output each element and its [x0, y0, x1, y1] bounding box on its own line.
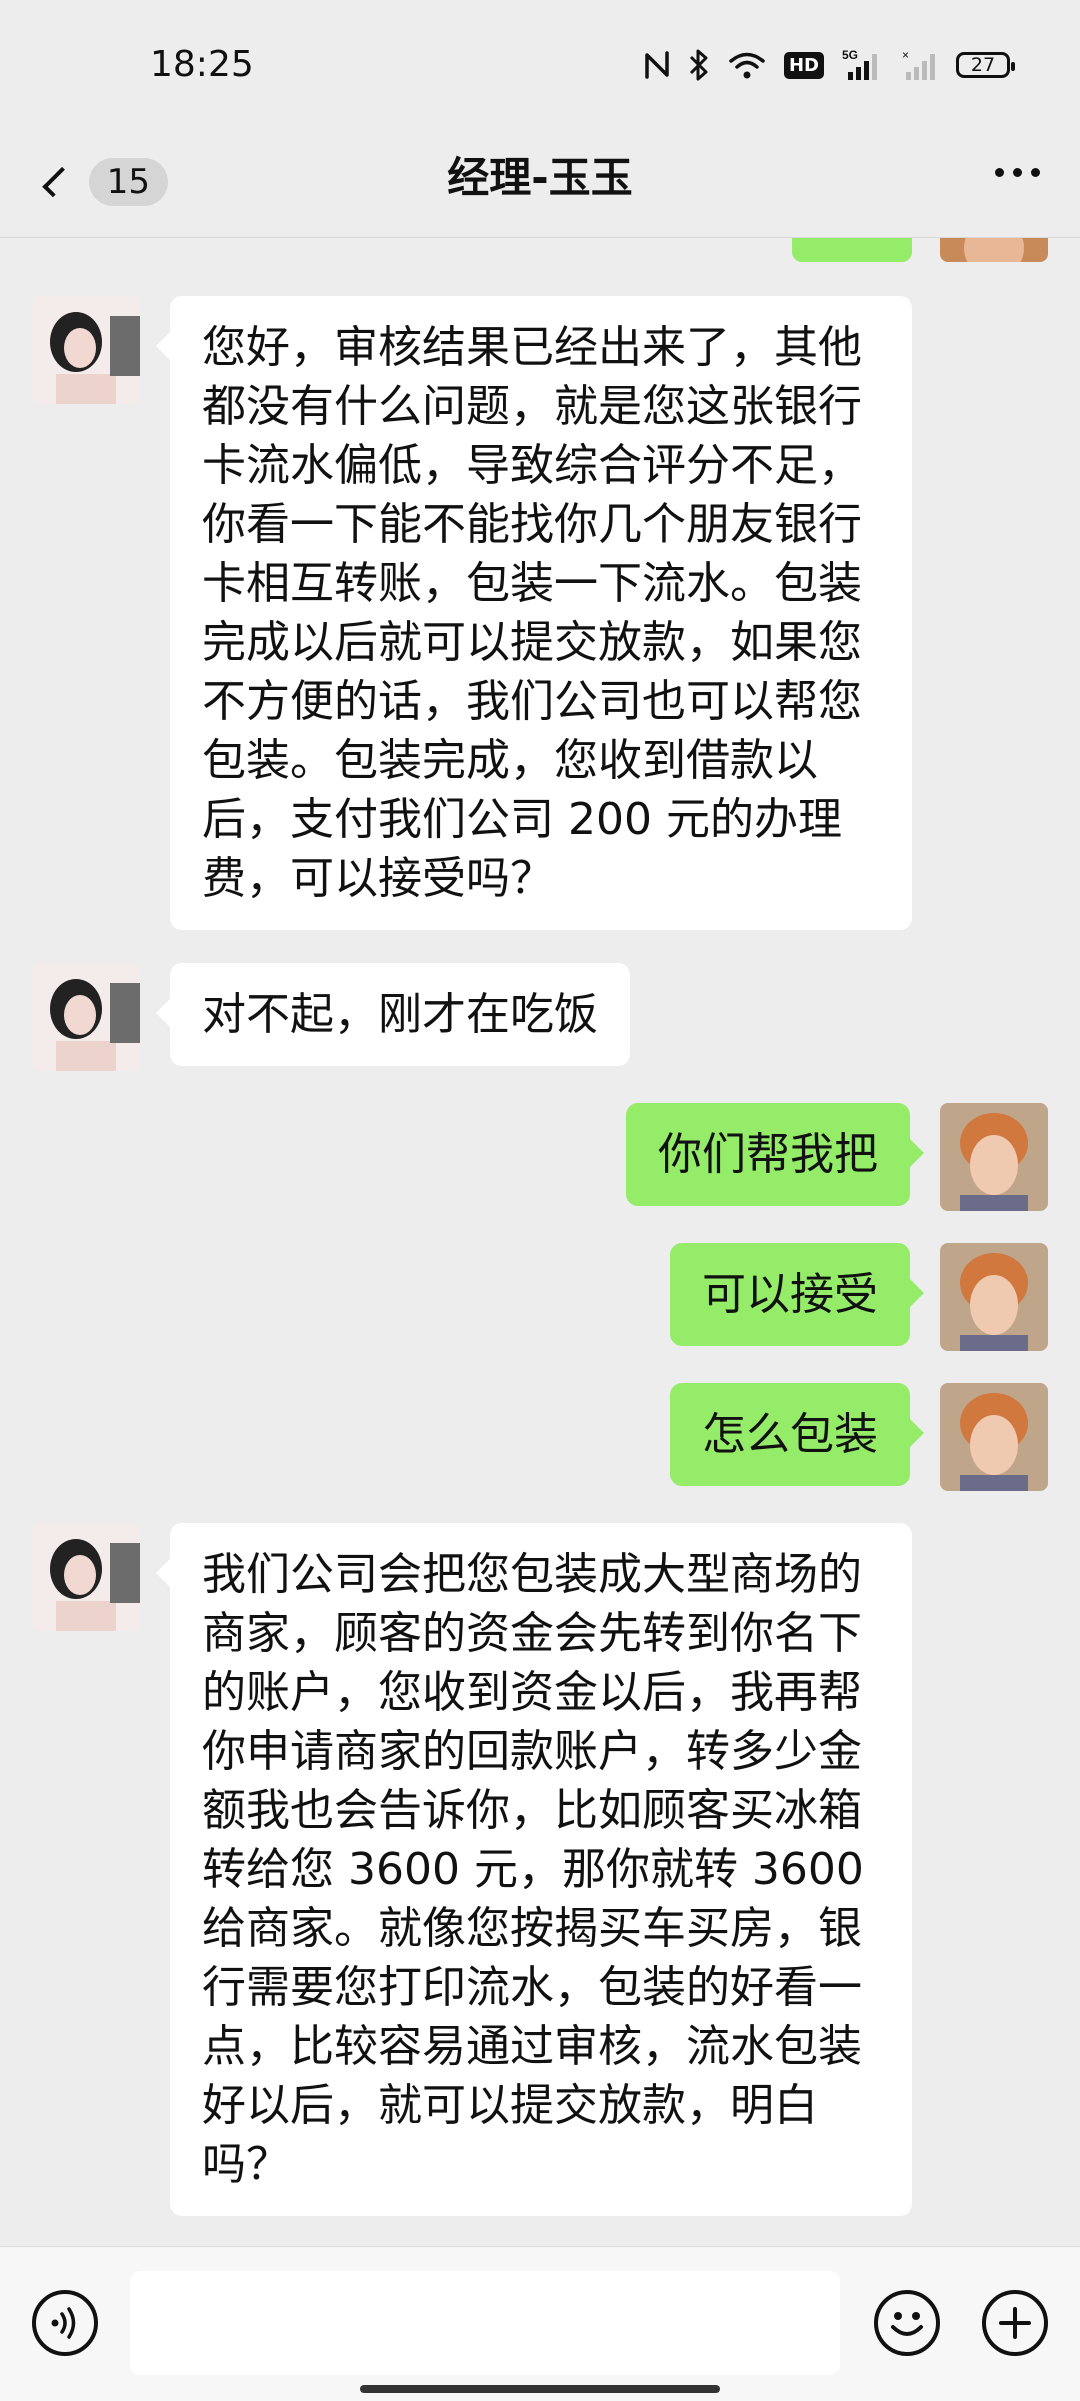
dot-icon [995, 168, 1004, 177]
contact-avatar[interactable] [32, 1523, 140, 1631]
emoji-button[interactable] [874, 2290, 940, 2356]
more-options-button[interactable] [995, 168, 1040, 177]
message-list[interactable]: 您好，审核结果已经出来了，其他都没有什么问题，就是您这张银行卡流水偏低，导致综合… [0, 238, 1080, 2246]
home-indicator[interactable] [360, 2385, 720, 2393]
contact-avatar[interactable] [32, 963, 140, 1071]
my-avatar[interactable] [940, 238, 1048, 262]
status-time: 18:25 [150, 44, 254, 85]
nfc-icon [644, 49, 670, 81]
status-icons: HD 5G × 27 [644, 48, 1015, 82]
dot-icon [1013, 168, 1022, 177]
my-avatar[interactable] [940, 1383, 1048, 1491]
plus-icon [999, 2307, 1031, 2339]
outgoing-message-bubble[interactable]: 可以接受 [670, 1243, 924, 1346]
smiley-icon [891, 2312, 923, 2336]
voice-icon [51, 2307, 76, 2339]
svg-text:×: × [902, 48, 909, 62]
dot-icon [1031, 168, 1040, 177]
previous-outgoing-bubble [792, 238, 912, 262]
voice-button[interactable] [32, 2290, 98, 2356]
wifi-icon [728, 50, 766, 80]
my-avatar[interactable] [940, 1103, 1048, 1211]
signal-5g-icon: 5G [842, 48, 884, 82]
my-avatar[interactable] [940, 1243, 1048, 1351]
message-input[interactable] [130, 2271, 840, 2375]
battery-icon: 27 [956, 52, 1015, 78]
incoming-message-bubble[interactable]: 我们公司会把您包装成大型商场的商家，顾客的资金会先转到你名下的账户，您收到资金以… [156, 1523, 912, 2216]
incoming-message-bubble[interactable]: 对不起，刚才在吃饭 [156, 963, 630, 1066]
more-functions-button[interactable] [982, 2290, 1048, 2356]
outgoing-message-bubble[interactable]: 怎么包装 [670, 1383, 924, 1486]
hd-icon: HD [783, 51, 824, 79]
chat-title: 经理-玉玉 [447, 153, 633, 202]
bluetooth-icon [688, 48, 710, 82]
contact-avatar[interactable] [32, 296, 140, 404]
input-bar [0, 2246, 1080, 2401]
incoming-message-bubble[interactable]: 您好，审核结果已经出来了，其他都没有什么问题，就是您这张银行卡流水偏低，导致综合… [156, 296, 912, 930]
outgoing-message-bubble[interactable]: 你们帮我把 [626, 1103, 924, 1206]
svg-text:5G: 5G [842, 48, 858, 62]
status-bar: 18:25 HD 5G × 27 [0, 0, 1080, 130]
signal-2-icon: × [902, 48, 938, 82]
chat-header: 15 经理-玉玉 [0, 130, 1080, 238]
